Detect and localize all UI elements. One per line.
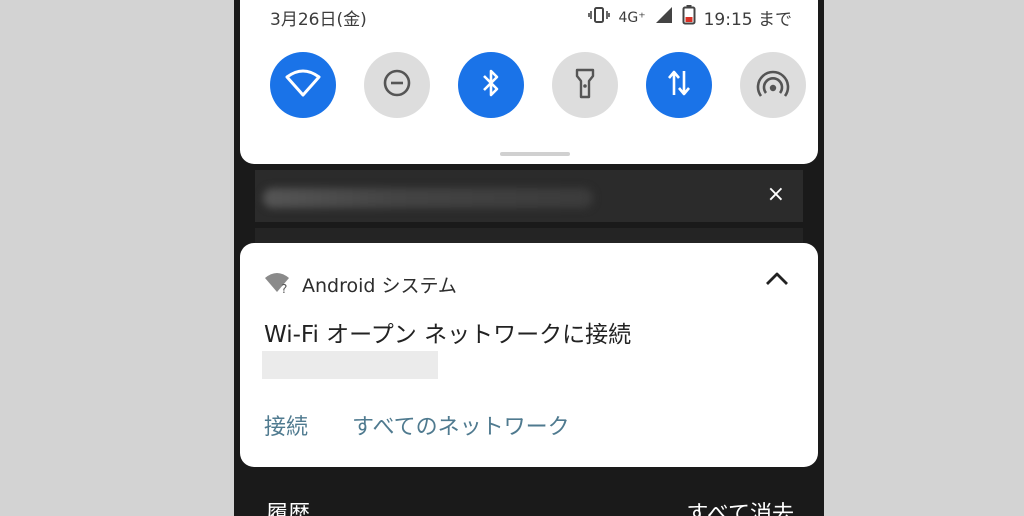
all-networks-button[interactable]: すべてのネットワーク <box>352 409 570 441</box>
history-button[interactable]: 履歴 <box>266 496 310 516</box>
status-bar: 3月26日(金) 4G⁺ 19:15 まで <box>240 0 818 32</box>
do-not-disturb-icon <box>382 68 412 102</box>
status-indicators: 4G⁺ 19:15 まで <box>588 5 792 30</box>
wifi-tile[interactable] <box>270 52 336 118</box>
vibrate-icon <box>588 6 611 29</box>
quick-settings-tiles <box>270 52 806 118</box>
dismiss-notification-button[interactable]: × <box>767 182 785 207</box>
hotspot-icon <box>756 68 790 102</box>
bluetooth-tile[interactable] <box>458 52 524 118</box>
redacted-network-name <box>262 351 438 379</box>
network-type-label: 4G⁺ <box>618 9 646 26</box>
quick-settings-panel: 3月26日(金) 4G⁺ 19:15 まで <box>240 0 818 164</box>
wifi-question-icon: ? <box>264 272 292 298</box>
notification-footer: 履歴 すべて消去 <box>234 490 824 516</box>
status-date: 3月26日(金) <box>270 10 367 30</box>
notification-app-name: Android システム <box>302 275 457 297</box>
hotspot-tile[interactable] <box>740 52 806 118</box>
signal-icon <box>654 6 674 29</box>
status-time: 19:15 まで <box>703 10 792 30</box>
panel-drag-handle[interactable] <box>500 152 570 156</box>
flashlight-tile[interactable] <box>552 52 618 118</box>
connect-button[interactable]: 接続 <box>264 409 308 441</box>
background-notification[interactable]: × <box>255 170 803 222</box>
clear-all-button[interactable]: すべて消去 <box>686 496 794 516</box>
wifi-icon <box>285 69 321 101</box>
blurred-notification-text <box>263 188 593 208</box>
flashlight-icon <box>574 67 596 103</box>
mobile-data-tile[interactable] <box>646 52 712 118</box>
mobile-data-icon <box>666 68 692 102</box>
notification-title: Wi-Fi オープン ネットワークに接続 <box>264 322 632 348</box>
wifi-notification-card[interactable]: ? Android システム Wi-Fi オープン ネットワークに接続 接続 す… <box>240 243 818 467</box>
notification-actions: 接続 すべてのネットワーク <box>264 409 570 441</box>
notification-header: ? Android システム <box>264 271 457 298</box>
svg-text:?: ? <box>281 282 287 294</box>
notification-shade: 3月26日(金) 4G⁺ 19:15 まで × ? Android システム W… <box>234 0 824 516</box>
do-not-disturb-tile[interactable] <box>364 52 430 118</box>
battery-icon <box>682 5 696 30</box>
collapse-chevron-icon[interactable] <box>764 269 790 291</box>
bluetooth-icon <box>479 67 503 103</box>
